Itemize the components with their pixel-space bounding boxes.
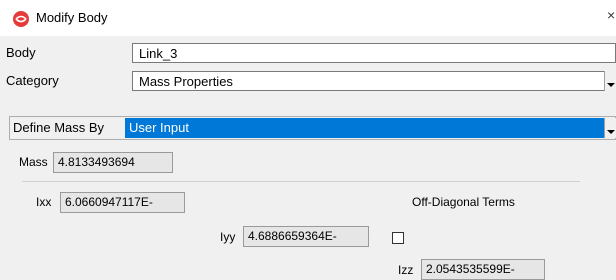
mass-field[interactable]: 4.8133493694 xyxy=(53,152,173,173)
divider xyxy=(22,181,580,182)
define-mass-select[interactable]: User Input xyxy=(125,118,616,138)
iyy-field[interactable]: 4.6886659364E- xyxy=(243,226,369,247)
iyy-label: Iyy xyxy=(220,230,236,244)
category-select[interactable]: Mass Properties xyxy=(132,71,616,91)
category-row: Category Mass Properties xyxy=(0,70,616,92)
dropdown-arrow-icon[interactable] xyxy=(604,71,616,91)
dialog-content: Body Link_3 Category Mass Properties Def… xyxy=(0,36,616,280)
category-label: Category xyxy=(6,73,59,88)
define-mass-label: Define Mass By xyxy=(13,120,105,135)
off-diagonal-label[interactable]: Off-Diagonal Terms xyxy=(412,195,515,209)
mass-label: Mass xyxy=(19,155,48,169)
app-logo-icon xyxy=(13,11,29,27)
body-name-field[interactable]: Link_3 xyxy=(132,43,616,63)
izz-field[interactable]: 2.0543535599E- xyxy=(421,259,545,280)
title-bar: Modify Body × xyxy=(0,0,616,36)
body-row: Body Link_3 xyxy=(0,42,616,64)
dropdown-arrow-icon[interactable] xyxy=(604,118,616,138)
ixx-field[interactable]: 6.0660947117E- xyxy=(60,192,185,213)
ixx-label: Ixx xyxy=(36,195,52,209)
checkbox-icon[interactable] xyxy=(392,232,404,244)
close-icon[interactable]: × xyxy=(607,7,615,23)
define-mass-row: Define Mass By User Input xyxy=(9,116,616,140)
body-label: Body xyxy=(6,45,36,60)
window-title: Modify Body xyxy=(36,10,108,25)
izz-label: Izz xyxy=(398,263,414,277)
